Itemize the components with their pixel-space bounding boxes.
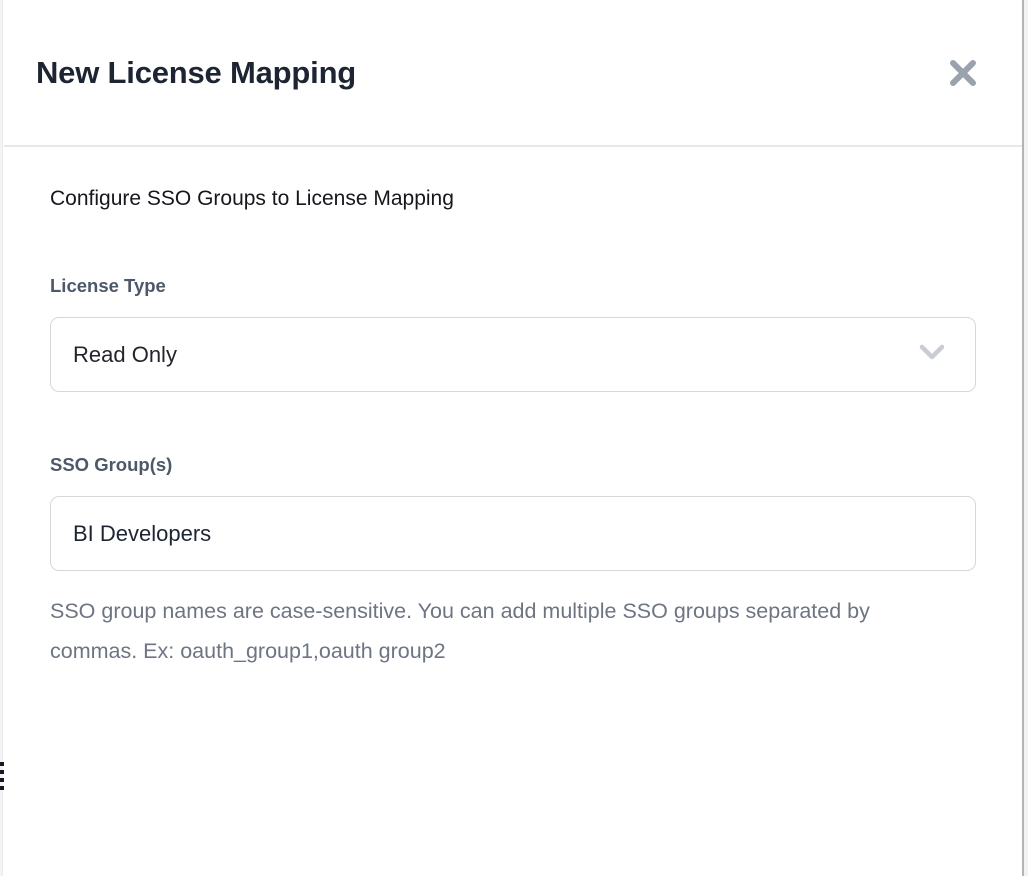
modal-body: Configure SSO Groups to License Mapping … xyxy=(4,147,1022,671)
page: New License Mapping Configure SSO Groups… xyxy=(0,0,1028,876)
sso-groups-input[interactable] xyxy=(50,496,976,571)
chevron-down-icon xyxy=(917,342,947,367)
license-type-label: License Type xyxy=(50,275,976,297)
license-type-selected-value: Read Only xyxy=(73,342,177,368)
sso-groups-helper-text: SSO group names are case-sensitive. You … xyxy=(50,591,895,671)
page-edge-right xyxy=(1024,0,1028,876)
modal-header: New License Mapping xyxy=(4,0,1022,147)
sso-groups-field: SSO Group(s) SSO group names are case-se… xyxy=(50,454,976,671)
close-button[interactable] xyxy=(946,57,980,89)
sso-groups-label: SSO Group(s) xyxy=(50,454,976,476)
x-icon xyxy=(946,77,980,92)
license-type-field: License Type Read Only xyxy=(50,275,976,392)
new-license-mapping-modal: New License Mapping Configure SSO Groups… xyxy=(4,0,1022,876)
license-type-select[interactable]: Read Only xyxy=(50,317,976,392)
page-edge-left xyxy=(0,0,3,876)
background-list-icon-fragment xyxy=(0,762,4,792)
modal-subtitle: Configure SSO Groups to License Mapping xyxy=(50,187,976,211)
modal-title: New License Mapping xyxy=(36,55,356,91)
